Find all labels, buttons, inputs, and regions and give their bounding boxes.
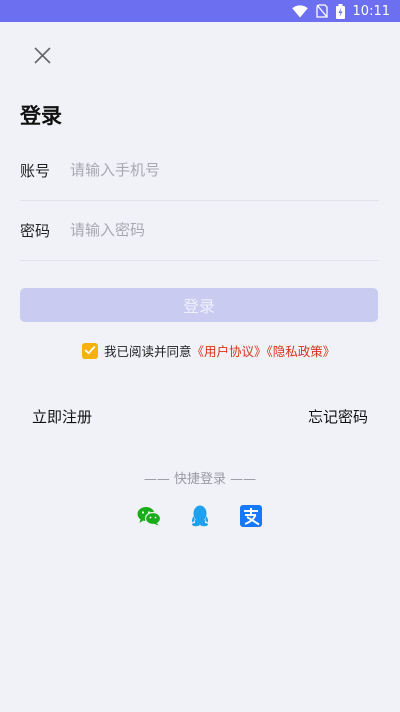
close-icon xyxy=(33,46,51,68)
forgot-password-link[interactable]: 忘记密码 xyxy=(308,406,368,427)
status-indicators: 10:11 xyxy=(291,3,390,19)
password-label: 密码 xyxy=(20,221,51,240)
agreement-text: 我已阅读并同意 xyxy=(104,344,192,359)
password-input[interactable] xyxy=(70,215,379,245)
register-link[interactable]: 立即注册 xyxy=(32,406,92,427)
status-bar: 10:11 xyxy=(0,0,400,22)
quick-login-title: —— 快捷登录 —— xyxy=(143,472,257,487)
page-title: 登录 xyxy=(20,104,62,128)
account-label: 账号 xyxy=(20,161,51,180)
status-time: 10:11 xyxy=(352,3,390,19)
wechat-icon xyxy=(137,506,162,530)
qq-login-button[interactable] xyxy=(188,505,212,531)
alipay-icon xyxy=(240,505,262,531)
user-agreement-link[interactable]: 《用户协议》 xyxy=(192,344,267,359)
quick-login-icons xyxy=(0,505,400,531)
account-input[interactable] xyxy=(70,155,379,185)
password-field-row: 密码 xyxy=(20,200,379,261)
privacy-policy-link[interactable]: 《隐私政策》 xyxy=(267,344,336,359)
close-button[interactable] xyxy=(30,45,54,69)
account-field-row: 账号 xyxy=(20,140,379,201)
battery-charging-icon xyxy=(335,3,345,19)
wifi-icon xyxy=(291,4,308,18)
agreement-checkbox[interactable] xyxy=(82,342,98,359)
login-button[interactable]: 登录 xyxy=(20,288,378,322)
checkmark-icon xyxy=(84,343,96,358)
wechat-login-button[interactable] xyxy=(137,506,162,530)
alipay-login-button[interactable] xyxy=(239,505,263,531)
agreement-row: 我已阅读并同意《用户协议》《隐私政策》 xyxy=(82,341,335,360)
no-sim-icon xyxy=(315,4,328,18)
qq-icon xyxy=(191,505,209,531)
